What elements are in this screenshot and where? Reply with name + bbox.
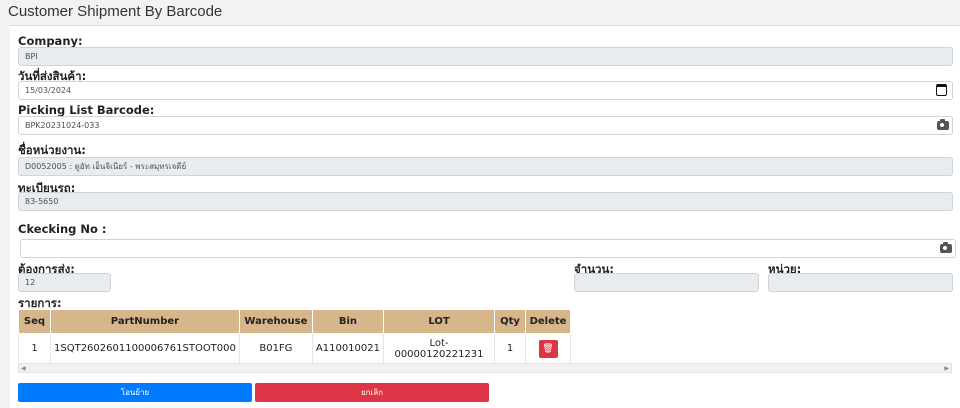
items-table: Seq PartNumber Warehouse Bin LOT Qty Del…	[18, 309, 571, 364]
camera-icon[interactable]	[940, 242, 952, 253]
header-qty: Qty	[494, 309, 526, 334]
scroll-left-arrow-icon[interactable]: ◀	[21, 364, 26, 373]
cell-warehouse: B01FG	[238, 333, 313, 364]
department-field: D0052005 : ดูอัท เอ็นจิเนียร์ - พระสมุทร…	[18, 157, 953, 176]
quantity-field	[574, 273, 759, 292]
header-bin: Bin	[311, 309, 385, 334]
ship-date-value: 15/03/2024	[25, 86, 72, 95]
picking-barcode-value: BPK20231024-033	[25, 121, 100, 130]
company-label: Company:	[18, 34, 83, 48]
cell-seq: 1	[18, 333, 51, 364]
cell-partnumber: 1SQT2602601100006761STOOT000	[50, 333, 240, 364]
company-field: BPI	[18, 47, 953, 66]
unit-field	[768, 273, 953, 292]
header-seq: Seq	[18, 309, 51, 334]
camera-icon[interactable]	[937, 119, 949, 130]
delete-row-button[interactable]: 🗑	[538, 339, 558, 358]
calendar-icon[interactable]	[936, 84, 947, 96]
transfer-button[interactable]: โอนย้าย	[18, 383, 252, 402]
cancel-button[interactable]: ยกเลิก	[255, 383, 489, 402]
table-row: 1 1SQT2602601100006761STOOT000 B01FG A11…	[18, 333, 571, 364]
checking-no-input[interactable]	[20, 239, 956, 258]
picking-barcode-input[interactable]: BPK20231024-033	[18, 116, 953, 135]
plate-field: 83-5650	[18, 192, 953, 211]
scroll-right-arrow-icon[interactable]: ▶	[944, 364, 949, 373]
picking-label: Picking List Barcode:	[18, 103, 155, 117]
header-partnumber: PartNumber	[50, 309, 240, 334]
header-delete: Delete	[525, 309, 571, 334]
ship-date-input[interactable]: 15/03/2024	[18, 81, 953, 100]
header-lot: LOT	[383, 309, 495, 334]
cell-lot: Lot-00000120221231	[383, 333, 495, 364]
trash-icon: 🗑	[542, 343, 554, 354]
cell-qty: 1	[494, 333, 526, 364]
cell-bin: A110010021	[311, 333, 385, 364]
table-header-row: Seq PartNumber Warehouse Bin LOT Qty Del…	[18, 309, 571, 334]
table-horizontal-scrollbar[interactable]: ◀ ▶	[18, 363, 952, 373]
checking-label: Ckecking No :	[18, 222, 107, 236]
cell-delete: 🗑	[525, 333, 571, 364]
page-title: Customer Shipment By Barcode	[8, 3, 223, 20]
required-field: 12	[18, 273, 111, 292]
form-card: Company: BPI วันที่ส่งสินค้า: 15/03/2024…	[10, 25, 960, 408]
header-warehouse: Warehouse	[238, 309, 313, 334]
